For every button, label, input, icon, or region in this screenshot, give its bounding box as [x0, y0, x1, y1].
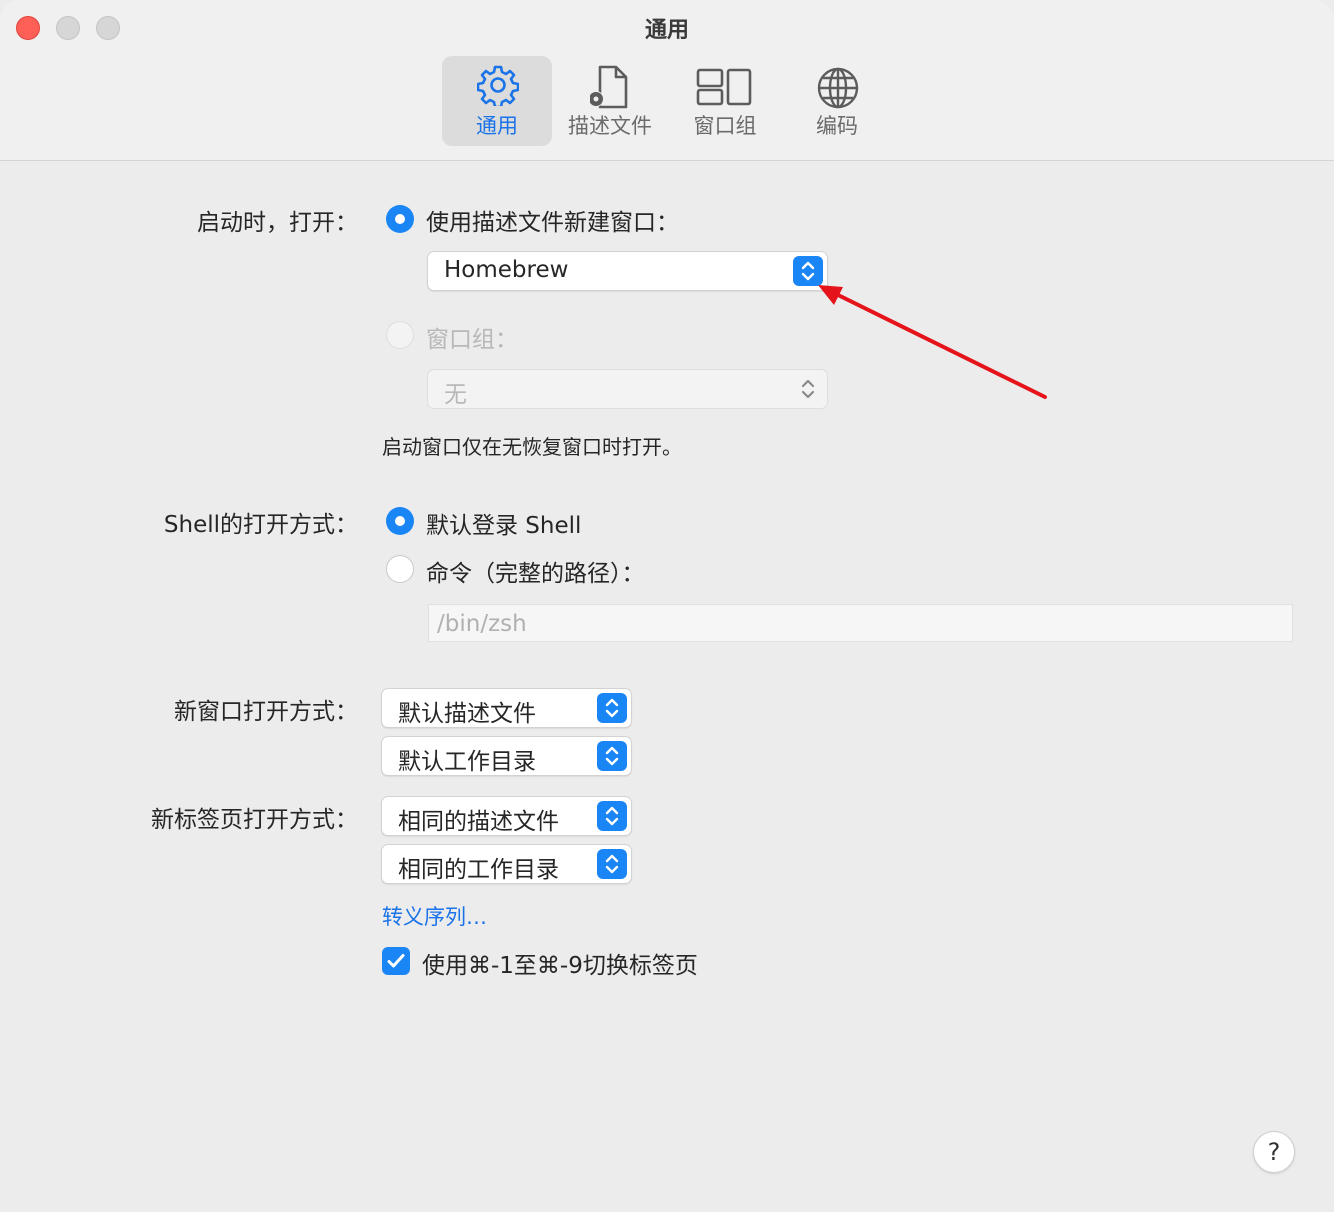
titlebar: 通用 通用 描述文件 窗口组 编码	[0, 0, 1334, 161]
tab-label: 编码	[816, 114, 858, 138]
new-window-label: 新窗口打开方式：	[174, 699, 358, 725]
popup-value: 相同的描述文件	[398, 809, 559, 835]
startup-note: 启动窗口仅在无恢复窗口时打开。	[382, 435, 682, 459]
startup-profile-radio[interactable]	[386, 205, 414, 233]
switch-tabs-checkbox-label: 使用⌘-1至⌘-9切换标签页	[422, 953, 698, 979]
chevron-updown-icon	[793, 374, 823, 404]
tab-label: 窗口组	[693, 114, 757, 138]
popup-value: 无	[444, 382, 467, 408]
chevron-updown-icon	[597, 849, 627, 879]
checkmark-icon	[387, 954, 405, 968]
chevron-updown-icon	[597, 801, 627, 831]
popup-value: 默认描述文件	[398, 701, 536, 727]
tab-label: 通用	[476, 114, 518, 138]
popup-value: 相同的工作目录	[398, 857, 559, 883]
gear-icon	[477, 65, 519, 106]
new-window-profile-popup[interactable]: 默认描述文件	[381, 688, 632, 728]
new-tab-profile-popup[interactable]: 相同的描述文件	[381, 796, 632, 836]
chevron-updown-icon	[597, 741, 627, 771]
startup-window-group-popup[interactable]: 无	[427, 369, 828, 409]
popup-value: Homebrew	[444, 257, 569, 283]
new-tab-directory-popup[interactable]: 相同的工作目录	[381, 844, 632, 884]
chevron-updown-icon	[793, 256, 823, 286]
shell-command-field[interactable]	[428, 604, 1293, 642]
window-title: 通用	[644, 18, 689, 43]
shell-label: Shell的打开方式：	[163, 512, 358, 538]
tab-profiles[interactable]: 描述文件	[555, 56, 665, 146]
help-button[interactable]: ?	[1253, 1131, 1295, 1173]
chevron-updown-icon	[597, 693, 627, 723]
shell-default-radio[interactable]	[386, 507, 414, 535]
profile-document-icon	[590, 65, 628, 109]
popup-value: 默认工作目录	[398, 749, 536, 775]
tab-general[interactable]: 通用	[442, 56, 552, 146]
shell-command-radio[interactable]	[386, 555, 414, 583]
tab-window-groups[interactable]: 窗口组	[670, 56, 780, 146]
shell-default-option-label: 默认登录 Shell	[426, 513, 582, 539]
globe-icon	[817, 67, 859, 109]
shell-command-input[interactable]	[435, 609, 1279, 639]
startup-profile-option-label: 使用描述文件新建窗口：	[426, 210, 679, 236]
tab-label: 描述文件	[568, 114, 652, 138]
switch-tabs-checkbox[interactable]	[382, 947, 410, 975]
tab-encodings[interactable]: 编码	[782, 56, 892, 146]
startup-label: 启动时，打开：	[197, 210, 358, 236]
escape-sequences-link[interactable]: 转义序列…	[382, 901, 487, 931]
shell-command-option-label: 命令（完整的路径）：	[426, 561, 645, 587]
startup-window-group-radio[interactable]	[386, 321, 414, 349]
startup-profile-popup[interactable]: Homebrew	[427, 251, 828, 291]
terminal-preferences-window: 通用 通用 描述文件 窗口组 编码 启动时，打开： 使用描述文件新建窗口： Ho…	[0, 0, 1334, 1212]
new-window-directory-popup[interactable]: 默认工作目录	[381, 736, 632, 776]
new-tab-label: 新标签页打开方式：	[151, 807, 358, 833]
window-group-icon	[696, 68, 752, 106]
startup-window-group-option-label: 窗口组：	[426, 327, 518, 353]
